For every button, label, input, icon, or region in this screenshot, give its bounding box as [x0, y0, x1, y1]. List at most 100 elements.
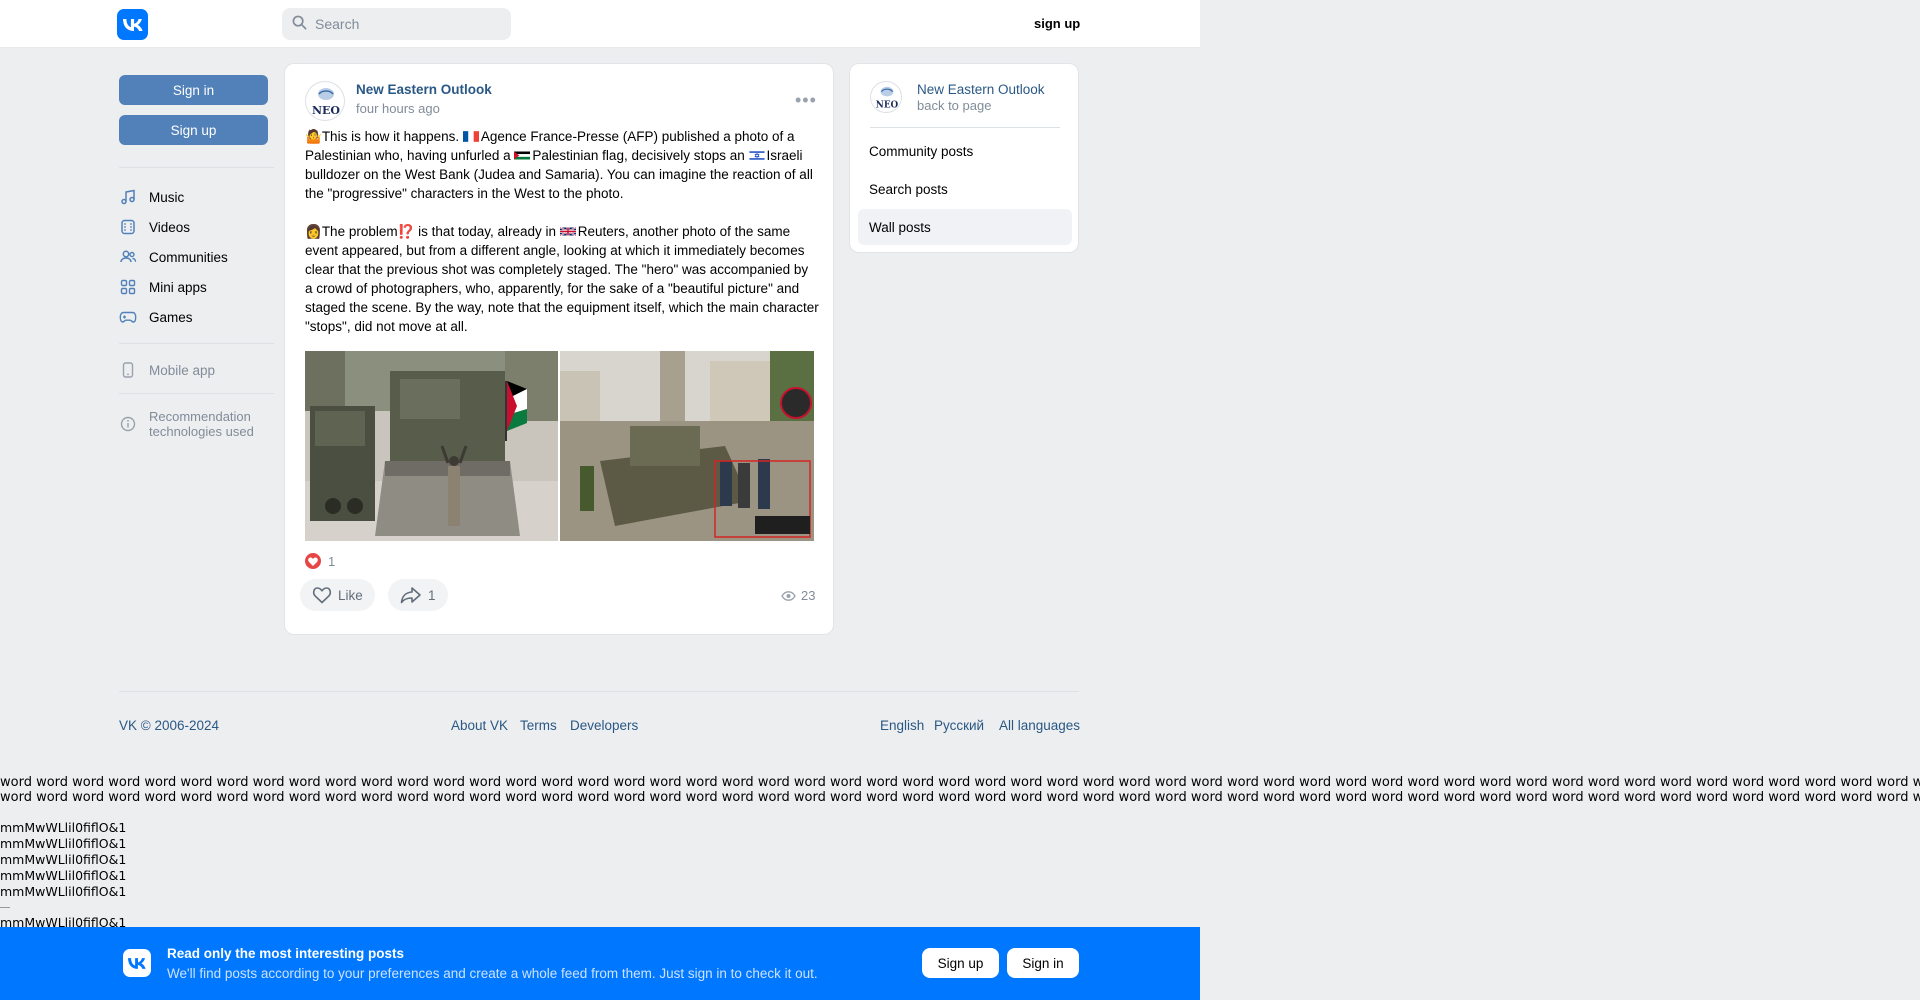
like-label: Like — [338, 587, 363, 603]
exclamation-question-icon: ⁉️ — [397, 224, 415, 239]
glyph-line: mmMwWLlil0fiflO&1 — [0, 868, 127, 883]
videos-icon — [119, 218, 137, 236]
avatar-text: NEO — [312, 104, 340, 117]
share-icon — [400, 587, 421, 604]
banner-signin-button[interactable]: Sign in — [1007, 948, 1079, 978]
sidebar-item-music[interactable]: Music — [119, 186, 184, 208]
community-avatar[interactable]: NEO — [305, 81, 345, 121]
word-line: word word word word word word word word … — [0, 775, 1920, 790]
palestine-flag-icon — [514, 151, 531, 160]
share-count: 1 — [428, 587, 436, 603]
signin-promo-banner: Read only the most interesting posts We'… — [0, 927, 1200, 1000]
footer-lang-all[interactable]: All languages — [999, 718, 1080, 733]
post-paragraph-1: 🤷This is how it happens. Agence France-P… — [305, 127, 819, 203]
panel-divider — [870, 127, 1060, 128]
sidebar-item-label: Games — [149, 309, 193, 325]
footer-link-terms[interactable]: Terms — [520, 718, 557, 733]
israel-flag-icon — [748, 150, 765, 161]
sidebar-item-videos[interactable]: Videos — [119, 216, 190, 238]
sidebar-item-recommendations[interactable]: Recommendation technologies used — [119, 408, 254, 440]
word-line: word word word word word word word word … — [0, 790, 1920, 805]
back-to-page-link[interactable]: back to page — [917, 98, 991, 113]
signup-button[interactable]: Sign up — [119, 115, 268, 145]
banner-signup-button[interactable]: Sign up — [922, 948, 999, 978]
sidebar-item-mobile-app[interactable]: Mobile app — [119, 359, 215, 381]
post-photo-afp[interactable] — [305, 351, 558, 541]
views-count: 23 — [801, 588, 816, 603]
post-text-segment: is that today, already in — [414, 224, 560, 239]
glyph-line: mmMwWLlil0fiflO&1 — [0, 836, 127, 851]
sidebar-item-label: Mobile app — [149, 362, 216, 378]
menu-item-community-posts[interactable]: Community posts — [858, 133, 1072, 169]
likes-count: 1 — [328, 553, 336, 569]
info-icon — [119, 415, 137, 433]
sidebar-item-mini-apps[interactable]: Mini apps — [119, 276, 207, 298]
sidebar-item-label: Music — [149, 189, 185, 205]
post-text-segment: Reuters, another photo of the same event… — [305, 224, 819, 334]
sidebar-divider — [119, 343, 274, 344]
menu-item-search-posts[interactable]: Search posts — [858, 171, 1072, 207]
search-icon — [292, 15, 307, 33]
vk-logo-icon — [123, 949, 151, 977]
footer-copyright: VK © 2006-2024 — [119, 718, 219, 733]
like-button[interactable]: Like — [300, 579, 375, 611]
menu-item-wall-posts[interactable]: Wall posts — [858, 209, 1072, 245]
sidebar-divider — [119, 167, 274, 168]
woman-emoji-icon: 👩 — [305, 224, 322, 239]
post-text-segment: Palestinian flag, decisively stops an — [532, 148, 749, 163]
post-author-link[interactable]: New Eastern Outlook — [356, 82, 492, 97]
france-flag-icon — [462, 131, 479, 142]
vk-logo-icon[interactable] — [117, 9, 148, 40]
post-photo-reuters[interactable] — [560, 351, 814, 541]
wall-post: NEO New Eastern Outlook four hours ago •… — [284, 63, 834, 635]
bulldozer-photo-image — [305, 351, 558, 541]
heart-reaction-icon — [305, 553, 321, 569]
search-box[interactable] — [282, 8, 511, 40]
signin-button[interactable]: Sign in — [119, 75, 268, 105]
post-text: 🤷This is how it happens. Agence France-P… — [305, 127, 819, 355]
copyright-text: VK © 2006-2024 — [119, 718, 220, 733]
more-options-icon[interactable]: ••• — [795, 90, 817, 111]
uk-flag-icon — [559, 226, 576, 237]
community-avatar-small[interactable]: NEO — [870, 81, 902, 113]
recommendation-line-2: technologies used — [149, 424, 254, 439]
neo-logo-icon: NEO — [312, 88, 340, 117]
sidebar-item-communities[interactable]: Communities — [119, 246, 228, 268]
post-paragraph-2: 👩The problem⁉️ is that today, already in… — [305, 222, 819, 336]
community-name-link[interactable]: New Eastern Outlook — [917, 82, 1045, 97]
recommendation-text: Recommendation technologies used — [149, 409, 254, 439]
word-test-block: word word word word word word word word … — [0, 775, 1920, 805]
games-icon — [119, 308, 137, 326]
footer-divider — [119, 691, 1079, 692]
glyph-line: mmMwWLlil0fiflO&1 — [0, 852, 127, 867]
eye-icon — [781, 590, 796, 601]
share-button[interactable]: 1 — [388, 579, 448, 611]
footer-link-about[interactable]: About VK — [451, 718, 508, 733]
banner-subtitle: We'll find posts according to your prefe… — [167, 966, 818, 981]
sidebar-item-label: Videos — [149, 219, 191, 235]
recommendation-line-1: Recommendation — [149, 409, 251, 424]
sidebar-item-label: Communities — [149, 249, 228, 265]
search-input[interactable] — [315, 16, 495, 32]
communities-icon — [119, 248, 137, 266]
community-side-panel: NEO New Eastern Outlook back to page Com… — [849, 63, 1079, 253]
glyph-line: mmMwWLlil0fiflO&1 — [0, 884, 127, 899]
footer-lang-english[interactable]: English — [880, 718, 924, 733]
header-signup-link[interactable]: sign up — [1034, 16, 1080, 31]
mini-apps-icon — [119, 278, 137, 296]
sidebar-divider — [119, 393, 274, 394]
post-text-segment: This is how it happens. — [321, 129, 463, 144]
bulldozer-crowd-photo-image — [560, 351, 814, 541]
mobile-phone-icon — [119, 361, 137, 379]
footer-lang-russian[interactable]: Русский — [934, 718, 984, 733]
footer-link-developers[interactable]: Developers — [570, 718, 638, 733]
avatar-text: NEO — [876, 101, 899, 111]
neo-logo-icon: NEO — [876, 86, 899, 111]
post-time[interactable]: four hours ago — [356, 101, 440, 116]
glyph-test-block: mmMwWLlil0fiflO&1 mmMwWLlil0fiflO&1 mmMw… — [0, 820, 126, 931]
reactions-summary[interactable]: 1 — [305, 553, 335, 569]
sidebar-item-label: Mini apps — [149, 279, 207, 295]
sidebar-item-games[interactable]: Games — [119, 306, 193, 328]
glyph-line: mmMwWLlil0fiflO&1 — [0, 820, 127, 835]
post-text-segment: The problem — [321, 224, 398, 239]
